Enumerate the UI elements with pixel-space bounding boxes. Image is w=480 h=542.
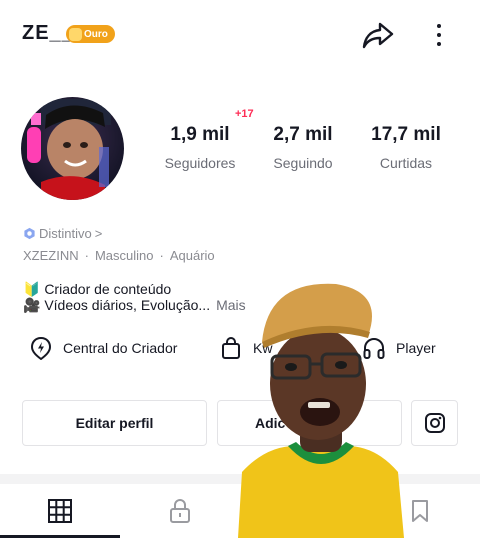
zodiac-sign: Aquário [169,248,215,263]
tier-badge[interactable]: Ouro [66,25,115,43]
stat-value: 1,9 mil [170,124,230,145]
nickname: XZEZINN [23,248,79,263]
avatar[interactable] [21,97,124,200]
stat-value: 17,7 mil [371,124,441,145]
tab-saved[interactable] [400,490,440,532]
distintivo-link[interactable]: Distintivo > [23,226,102,241]
chevron-right-icon: > [94,226,103,241]
more-options-button[interactable] [426,17,452,53]
grid-icon [48,499,72,523]
lock-icon [170,499,190,523]
stat-label: Seguindo [273,155,333,171]
separator: · [159,248,164,263]
stat-label: Curtidas [379,155,433,171]
bookmark-icon [412,500,428,522]
tab-videos[interactable] [40,490,80,532]
bio-line-1: 🔰 Criador de conteúdo [23,281,172,297]
distintivo-label: Distintivo [39,226,92,241]
gender: Masculino [94,248,154,263]
stat-value: 2,7 mil [273,124,333,145]
notification-badge: +17 [235,108,254,120]
person-sticker [238,276,404,538]
badge-label: Ouro [84,28,108,40]
profile-meta: XZEZINN · Masculino · Aquário [23,248,215,263]
stat-following[interactable]: 2,7 mil Seguindo [248,124,358,171]
badge-hexagon-icon [24,227,35,240]
tool-label: Central do Criador [63,340,178,356]
more-vertical-icon [437,24,441,28]
edit-profile-button[interactable]: Editar perfil [22,400,207,446]
instagram-button[interactable] [411,400,458,446]
lightning-pin-icon [30,336,52,360]
profile-header: ZE__ Ouro [0,0,480,70]
active-tab-indicator [0,535,120,538]
bio-text: 🎥 Vídeos diários, Evolução... [23,297,211,313]
creator-center-button[interactable]: Central do Criador [29,334,177,362]
instagram-icon [424,413,445,433]
separator: · [84,248,89,263]
bio-line-2: 🎥 Vídeos diários, Evolução... Mais [23,297,246,314]
tab-private[interactable] [160,490,200,532]
share-arrow-icon [362,22,394,49]
share-button[interactable] [360,17,396,53]
stat-label: Seguidores [164,155,236,171]
stat-likes[interactable]: 17,7 mil Curtidas [351,124,461,171]
badge-icon [69,27,82,41]
stat-followers[interactable]: 1,9 mil Seguidores [145,124,255,171]
